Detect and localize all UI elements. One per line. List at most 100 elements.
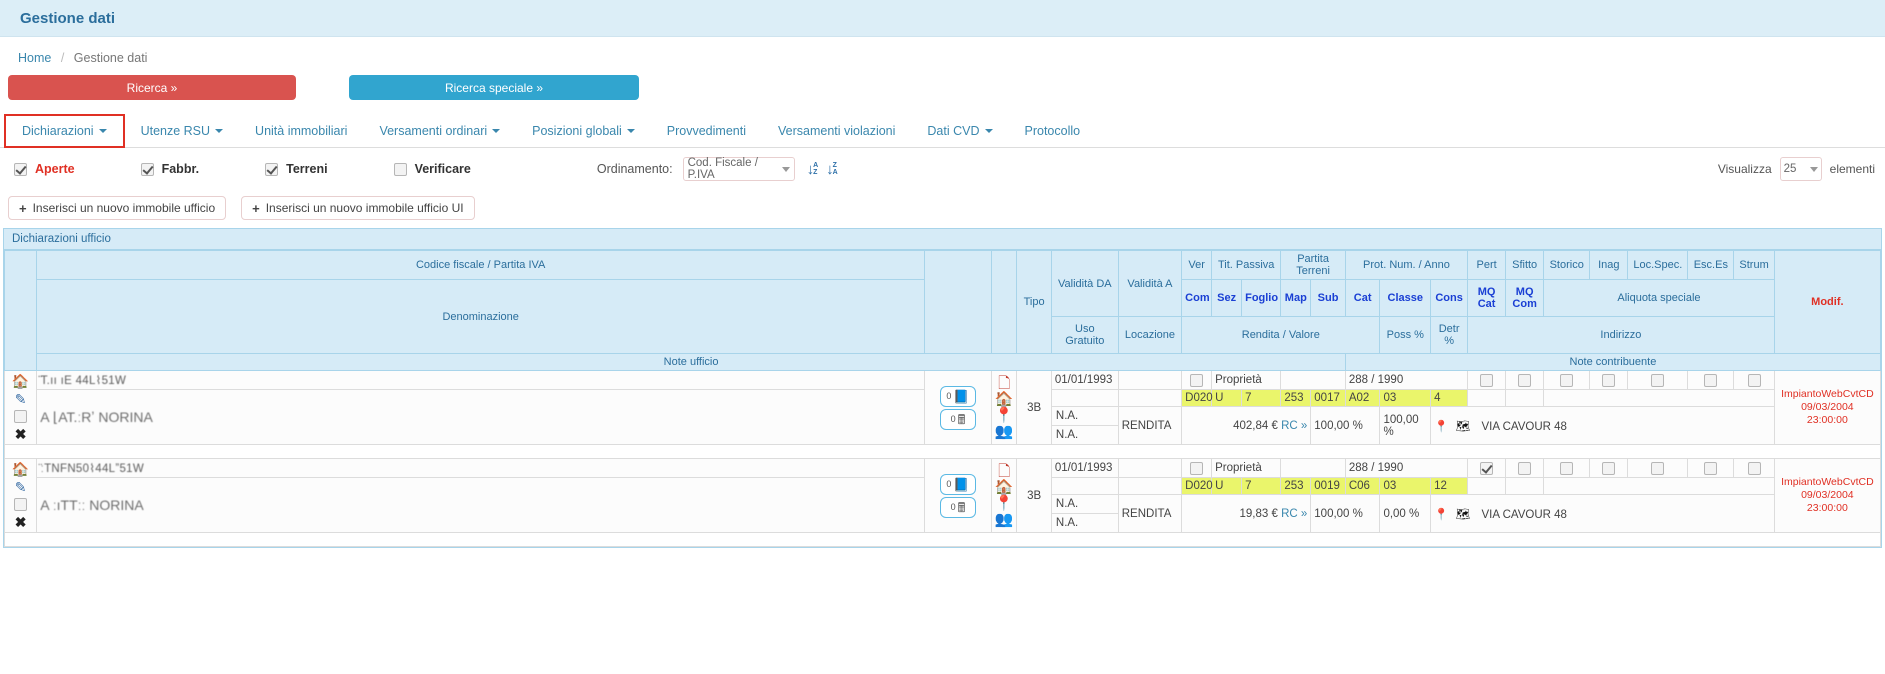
calculator-badge-button[interactable]: 0 🖩 (940, 496, 977, 518)
tab-unita-immobiliari[interactable]: Unità immobiliari (239, 114, 363, 147)
denominazione-value: A ⌊AT.ːRʼ NORINA (40, 408, 153, 425)
pencil-edit-icon[interactable]: ✎ (15, 480, 27, 494)
page-size-select[interactable]: 25 (1779, 157, 1822, 181)
book-badge-button[interactable]: 0 📘 (940, 385, 977, 407)
filter-verificare[interactable]: Verificare (393, 162, 471, 176)
ver-checkbox[interactable] (1190, 461, 1204, 475)
special-search-button[interactable]: Ricerca speciale » (349, 75, 639, 100)
cell-tipo: 3B (1016, 370, 1052, 445)
delete-x-icon[interactable]: ✖ (15, 427, 27, 441)
home-icon[interactable]: 🏠 (12, 374, 29, 388)
inag-checkbox[interactable] (1602, 373, 1616, 387)
page-size-value: 25 (1783, 163, 1797, 175)
cell-validita-da: 01/01/1993 (1050, 370, 1119, 390)
tab-provvedimenti[interactable]: Provvedimenti (651, 114, 762, 147)
row-select-checkbox[interactable] (14, 498, 28, 511)
building-icon[interactable]: 🏠 (995, 392, 1014, 407)
people-group-icon[interactable]: 👥 (995, 424, 1014, 439)
tab-protocollo[interactable]: Protocollo (1009, 114, 1097, 147)
tab-posizioni-globali[interactable]: Posizioni globali (516, 114, 651, 147)
person-location-icon[interactable]: 🗺 (1456, 421, 1471, 433)
header-classe: Classe (1379, 279, 1432, 317)
esc-es-checkbox[interactable] (1704, 373, 1718, 387)
tab-utenze-rsu[interactable]: Utenze RSU (125, 114, 239, 147)
building-icon[interactable]: 🏠 (995, 480, 1014, 495)
pencil-edit-icon[interactable]: ✎ (15, 392, 27, 406)
rc-link[interactable]: RC » (1281, 508, 1307, 520)
filter-verificare-checkbox[interactable] (393, 162, 407, 176)
filter-toolbar: Aperte Fabbr. Terreni Verificare Ordinam… (0, 148, 1885, 190)
cell-sfitto (1505, 370, 1545, 390)
insert-new-office-property-button[interactable]: + Inserisci un nuovo immobile ufficio (8, 196, 227, 220)
map-pin-icon[interactable]: 📍 (995, 408, 1014, 423)
sfitto-checkbox[interactable] (1518, 373, 1532, 387)
sort-alpha-asc-icon[interactable]: ↓ A Z (807, 162, 819, 177)
storico-checkbox[interactable] (1560, 461, 1574, 475)
filter-fabbr[interactable]: Fabbr. (140, 162, 199, 176)
person-location-icon[interactable]: 🗺 (1456, 509, 1471, 521)
map-pin-icon[interactable]: 📍 (1434, 509, 1448, 521)
rc-link[interactable]: RC » (1281, 420, 1307, 432)
storico-checkbox[interactable] (1560, 373, 1574, 387)
header-map: Map (1280, 279, 1312, 317)
cell-tit-passiva: Proprietà (1211, 458, 1282, 478)
cell-foglio: 7 (1241, 389, 1282, 407)
home-icon[interactable]: 🏠 (12, 462, 29, 476)
insert-office-ui-label: Inserisci un nuovo immobile ufficio UI (265, 201, 464, 215)
delete-x-icon[interactable]: ✖ (15, 515, 27, 529)
cell-storico (1543, 458, 1591, 478)
cell-rendita-value: 19,83 € RC » (1181, 494, 1312, 533)
strum-checkbox[interactable] (1747, 373, 1761, 387)
tab-versamenti-violazioni[interactable]: Versamenti violazioni (762, 114, 911, 147)
filter-aperte[interactable]: Aperte (14, 162, 75, 176)
cell-cons: 12 (1430, 477, 1469, 495)
search-button[interactable]: Ricerca » (8, 75, 296, 100)
sfitto-checkbox[interactable] (1518, 461, 1532, 475)
cell-mq-cat (1467, 389, 1507, 407)
cell-esc-es (1687, 458, 1735, 478)
row-select-checkbox[interactable] (14, 410, 28, 423)
pdf-file-icon[interactable]: 🗋 (998, 464, 1010, 479)
inag-checkbox[interactable] (1602, 461, 1616, 475)
cell-sub: 0019 (1310, 477, 1346, 495)
cell-foglio: 7 (1241, 477, 1282, 495)
header-denominazione: Denominazione (36, 279, 926, 354)
ordinamento-select[interactable]: Cod. Fiscale / P.IVA (682, 157, 795, 181)
pdf-file-icon[interactable]: 🗋 (998, 376, 1010, 391)
filter-terreni-checkbox[interactable] (265, 162, 279, 176)
pert-checkbox[interactable] (1480, 461, 1494, 475)
ver-checkbox[interactable] (1190, 373, 1204, 387)
map-pin-icon[interactable]: 📍 (995, 496, 1014, 511)
row-actions-cell: 🏠 ✎ ✖ (3, 370, 38, 445)
cell-classe: 03 (1379, 477, 1432, 495)
sort-alpha-desc-icon[interactable]: ↓ Z A (826, 162, 838, 177)
loc-spec-checkbox[interactable] (1651, 373, 1665, 387)
book-badge-button[interactable]: 0 📘 (940, 473, 977, 495)
esc-es-checkbox[interactable] (1704, 461, 1718, 475)
header-storico: Storico (1543, 250, 1591, 280)
calculator-badge-button[interactable]: 0 🖩 (940, 408, 977, 430)
map-pin-icon[interactable]: 📍 (1434, 421, 1448, 433)
header-loc-spec: Loc.Spec. (1627, 250, 1689, 280)
header-icons (990, 250, 1018, 354)
strum-checkbox[interactable] (1747, 461, 1761, 475)
tab-dati-cvd[interactable]: Dati CVD (911, 114, 1008, 147)
tab-label: Versamenti ordinari (379, 123, 488, 138)
header-esc-es: Esc.Es (1687, 250, 1735, 280)
filter-terreni[interactable]: Terreni (265, 162, 328, 176)
cell-tit-passiva: Proprietà (1211, 370, 1282, 390)
tab-dichiarazioni[interactable]: Dichiarazioni (4, 114, 125, 148)
row-spacer-cell (4, 532, 1881, 547)
filter-fabbr-checkbox[interactable] (140, 162, 154, 176)
chevron-down-icon (1809, 166, 1818, 172)
cell-ver (1181, 370, 1213, 390)
pert-checkbox[interactable] (1480, 373, 1494, 387)
tab-versamenti-ordinari[interactable]: Versamenti ordinari (363, 114, 516, 147)
loc-spec-checkbox[interactable] (1651, 461, 1665, 475)
header-uso-gratuito: Uso Gratuito (1050, 316, 1119, 354)
cell-locazione-blank (1117, 389, 1183, 407)
breadcrumb-home-link[interactable]: Home (18, 51, 51, 65)
insert-new-office-property-ui-button[interactable]: + Inserisci un nuovo immobile ufficio UI (241, 196, 475, 220)
filter-aperte-checkbox[interactable] (14, 162, 27, 176)
people-group-icon[interactable]: 👥 (995, 512, 1014, 527)
